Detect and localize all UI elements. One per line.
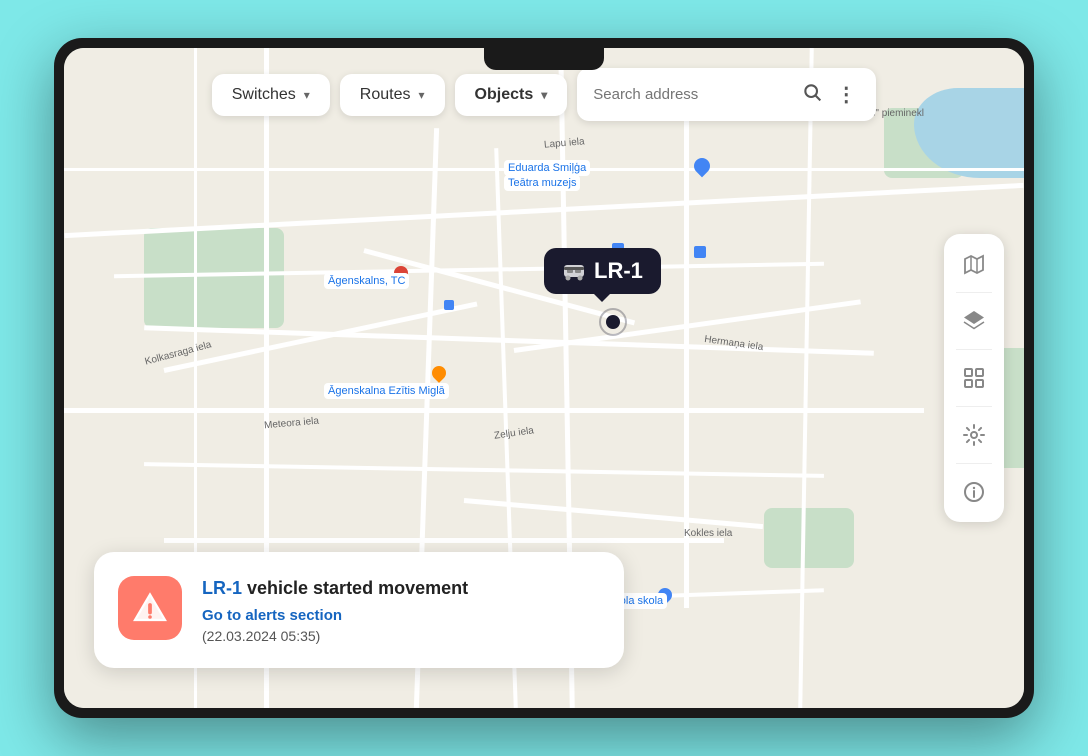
alert-vehicle-id: LR-1	[202, 578, 242, 598]
layers-button[interactable]	[952, 299, 996, 343]
alert-title: LR-1 vehicle started movement	[202, 576, 600, 601]
device-notch	[484, 48, 604, 70]
road-label-zelju: Zelju iela	[493, 425, 534, 441]
alert-triangle-icon	[132, 590, 168, 626]
switches-chevron: ▾	[304, 88, 310, 102]
switches-button[interactable]: Switches ▾	[212, 74, 330, 116]
alert-link[interactable]: Go to alerts section	[202, 607, 600, 624]
green-area-4	[764, 508, 854, 568]
right-sidebar	[944, 234, 1004, 522]
sidebar-divider-2	[956, 349, 992, 350]
info-icon	[962, 480, 986, 504]
poi-agenskalns-tc: Āgenskalns, TC	[324, 273, 409, 289]
alert-message-text: vehicle started movement	[242, 578, 468, 598]
alert-card: LR-1 vehicle started movement Go to aler…	[94, 552, 624, 668]
pin-teatrs	[691, 155, 714, 178]
screen: Lapu iela Bāriņu iela Hermaņa iela Kolka…	[64, 48, 1024, 708]
objects-chevron: ▾	[541, 88, 547, 102]
settings-icon	[962, 423, 986, 447]
road-h1	[65, 183, 1024, 238]
switches-label: Switches	[232, 86, 296, 104]
alert-icon-wrap	[118, 576, 182, 640]
map-view-button[interactable]	[952, 242, 996, 286]
poi-agenskalna: Āgenskalna Ezītis Miglā	[324, 383, 449, 399]
poi-teatra: Teātra muzejs	[504, 175, 580, 191]
alert-content: LR-1 vehicle started movement Go to aler…	[202, 576, 600, 644]
road-h4	[64, 408, 924, 413]
routes-label: Routes	[360, 86, 411, 104]
road-h5	[144, 462, 824, 478]
routes-chevron: ▾	[419, 88, 425, 102]
frame-icon	[962, 366, 986, 390]
vehicle-icon	[562, 261, 586, 281]
marker-square-3	[444, 300, 454, 310]
sidebar-divider-3	[956, 406, 992, 407]
frame-button[interactable]	[952, 356, 996, 400]
search-button[interactable]	[800, 80, 824, 109]
objects-button[interactable]: Objects ▾	[455, 74, 568, 116]
toolbar: Switches ▾ Routes ▾ Objects ▾ ⋮	[64, 68, 1024, 121]
vehicle-dot	[599, 308, 627, 336]
info-button[interactable]	[952, 470, 996, 514]
road-v5	[798, 48, 814, 708]
alert-timestamp: (22.03.2024 05:35)	[202, 628, 600, 644]
pin-orange	[429, 363, 449, 383]
alert-link-text: Go to alerts section	[202, 607, 342, 624]
vehicle-dot-inner	[606, 315, 620, 329]
device-frame: Lapu iela Bāriņu iela Hermaņa iela Kolka…	[54, 38, 1034, 718]
more-options-button[interactable]: ⋮	[832, 80, 860, 109]
search-icon	[802, 82, 822, 102]
marker-square-2	[694, 246, 706, 258]
layers-icon	[962, 309, 986, 333]
routes-button[interactable]: Routes ▾	[340, 74, 445, 116]
search-box: ⋮	[577, 68, 876, 121]
road-v4	[684, 108, 689, 608]
settings-button[interactable]	[952, 413, 996, 457]
sidebar-divider-4	[956, 463, 992, 464]
green-area-1	[144, 228, 284, 328]
vehicle-label: LR-1	[544, 248, 661, 294]
road-label-meteora: Meteora iela	[264, 416, 320, 432]
map-icon	[962, 252, 986, 276]
objects-label: Objects	[475, 86, 534, 104]
vehicle-id-label: LR-1	[594, 258, 643, 284]
road-h6	[164, 538, 724, 543]
search-input[interactable]	[593, 86, 792, 103]
sidebar-divider-1	[956, 292, 992, 293]
poi-eduarda: Eduarda Smiļģa	[504, 160, 590, 176]
